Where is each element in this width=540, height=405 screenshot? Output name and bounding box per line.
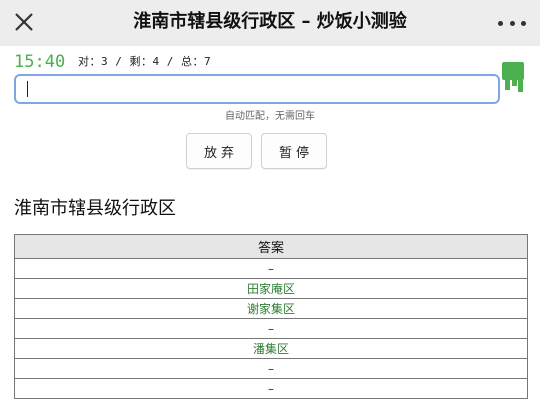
- table-row: 田家庵区: [14, 278, 528, 299]
- table-row: –: [14, 378, 528, 399]
- table-row: –: [14, 358, 528, 379]
- answer-cell: 潘集区: [14, 338, 528, 359]
- pause-button[interactable]: 暂停: [261, 133, 327, 169]
- table-row: –: [14, 318, 528, 339]
- answer-cell: –: [14, 358, 528, 379]
- title-bar: 淮南市辖县级行政区 – 炒饭小测验: [0, 0, 540, 46]
- more-icon[interactable]: [498, 12, 526, 34]
- answer-cell: –: [14, 318, 528, 339]
- more-dot: [509, 20, 515, 26]
- give-up-button[interactable]: 放弃: [186, 133, 252, 169]
- quiz-title: 淮南市辖县级行政区: [14, 198, 176, 219]
- page-title: 淮南市辖县级行政区 – 炒饭小测验: [133, 11, 407, 32]
- table-header-row: 答案: [14, 234, 528, 259]
- answer-cell: 田家庵区: [14, 278, 528, 299]
- answer-cell: –: [14, 258, 528, 279]
- answer-cell: 谢家集区: [14, 298, 528, 319]
- more-dot: [521, 20, 526, 26]
- answer-cell: –: [14, 378, 528, 399]
- input-hint: 自动匹配，无需回车: [225, 111, 315, 122]
- timer: 15:40: [14, 52, 66, 72]
- score-stats: 对：3 / 剩：4 / 总：7: [78, 55, 212, 68]
- green-badge-icon[interactable]: [502, 62, 524, 92]
- table-row: –: [14, 258, 528, 279]
- text-cursor: [27, 81, 28, 97]
- more-dot: [498, 20, 503, 26]
- table-row: 谢家集区: [14, 298, 528, 319]
- table-row: 潘集区: [14, 338, 528, 359]
- answer-input[interactable]: [14, 74, 500, 104]
- answers-table: 答案 – 田家庵区 谢家集区 – 潘集区 – –: [14, 234, 528, 399]
- close-icon[interactable]: [12, 10, 36, 34]
- column-header: 答案: [14, 234, 528, 259]
